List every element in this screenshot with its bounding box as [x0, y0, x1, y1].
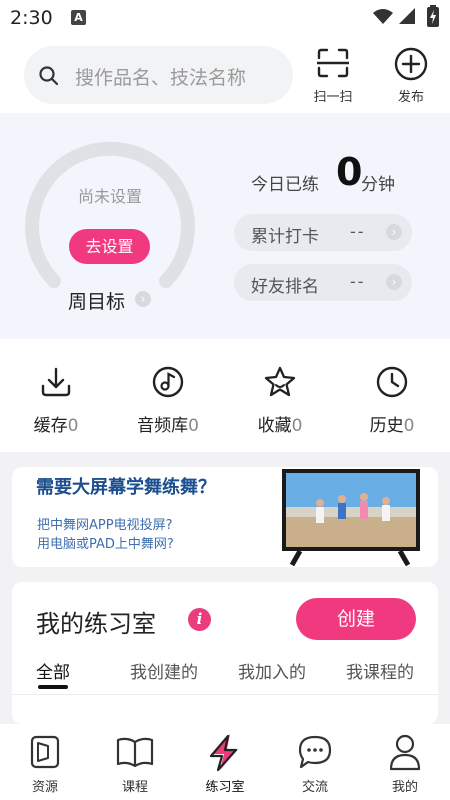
signal-icon	[399, 8, 415, 24]
nav-community-label: 交流	[301, 780, 328, 795]
status-bar: 2:30 A	[0, 0, 450, 36]
nav-profile[interactable]: 我的	[360, 724, 450, 800]
search-icon	[39, 66, 59, 86]
practice-room-card: 我的练习室 i 创建 全部 我创建的 我加入的 我课程的	[12, 582, 438, 724]
banner-title: 需要大屏幕学舞练舞？	[36, 477, 216, 498]
lightning-icon	[209, 734, 238, 772]
battery-charging-icon	[427, 5, 439, 27]
publish-label: 发布	[397, 90, 424, 105]
search-bar[interactable]: 搜作品名、技法名称	[24, 46, 293, 104]
audio-library-label: 音频库0	[137, 416, 199, 436]
bottom-nav: 资源 课程 练习室 交流 我的	[0, 724, 450, 800]
chevron-right-icon: ›	[386, 224, 402, 240]
week-goal-label: 周目标	[68, 291, 126, 313]
music-disc-icon	[152, 366, 184, 398]
today-practice-unit: 分钟	[361, 175, 395, 195]
tab-created[interactable]: 我创建的	[130, 658, 198, 683]
favorites-label: 收藏0	[257, 416, 303, 436]
history-label: 历史0	[369, 416, 415, 436]
clock-icon	[376, 366, 408, 398]
notification-a-icon: A	[71, 10, 86, 25]
nav-profile-label: 我的	[391, 780, 418, 795]
checkin-total-row[interactable]: 累计打卡 -- ›	[234, 214, 412, 251]
nav-resources[interactable]: 资源	[0, 724, 90, 800]
search-placeholder: 搜作品名、技法名称	[75, 67, 247, 89]
cache-label: 缓存0	[33, 416, 79, 436]
tab-all[interactable]: 全部	[36, 658, 70, 683]
nav-community[interactable]: 交流	[270, 724, 360, 800]
chat-icon	[298, 735, 332, 769]
chevron-right-icon: ›	[135, 291, 151, 307]
friend-rank-row[interactable]: 好友排名 -- ›	[234, 264, 412, 301]
publish-button[interactable]: 发布	[381, 44, 441, 108]
download-icon	[41, 367, 71, 397]
tv-illustration	[282, 469, 420, 567]
create-button[interactable]: 创建	[296, 598, 416, 640]
divider	[12, 694, 438, 695]
resource-icon	[30, 735, 60, 769]
scan-label: 扫一扫	[313, 90, 353, 105]
wifi-icon	[373, 9, 393, 24]
promo-banner[interactable]: 需要大屏幕学舞练舞？ 把中舞网APP电视投屏? 用电脑或PAD上中舞网?	[12, 467, 438, 567]
nav-practice-room-label: 练习室	[205, 780, 245, 795]
checkin-value: --	[350, 222, 366, 241]
tab-courses[interactable]: 我课程的	[346, 658, 414, 683]
book-icon	[116, 737, 154, 768]
banner-pagination	[188, 555, 268, 567]
add-circle-icon	[394, 47, 428, 81]
goal-progress-ring	[25, 141, 195, 288]
active-tab-indicator	[38, 685, 68, 689]
nav-resources-label: 资源	[31, 780, 58, 795]
nav-courses[interactable]: 课程	[90, 724, 180, 800]
today-practice-label: 今日已练	[251, 175, 319, 195]
tab-joined[interactable]: 我加入的	[238, 658, 306, 683]
set-goal-button[interactable]: 去设置	[69, 229, 150, 264]
rank-value: --	[350, 272, 366, 291]
status-time: 2:30	[10, 7, 53, 29]
person-icon	[389, 734, 421, 771]
checkin-label: 累计打卡	[251, 227, 319, 247]
banner-line-1: 把中舞网APP电视投屏?	[37, 518, 173, 533]
scan-button[interactable]: 扫一扫	[303, 44, 363, 108]
banner-line-2: 用电脑或PAD上中舞网?	[37, 537, 174, 552]
today-practice-value: 0	[336, 150, 363, 194]
rank-label: 好友排名	[251, 277, 319, 297]
nav-practice-room[interactable]: 练习室	[180, 724, 270, 800]
nav-courses-label: 课程	[121, 780, 148, 795]
scan-icon	[317, 48, 349, 78]
chevron-right-icon: ›	[386, 274, 402, 290]
practice-room-title: 我的练习室	[36, 610, 156, 638]
goal-status-text: 尚未设置	[78, 187, 143, 206]
info-icon[interactable]: i	[188, 608, 211, 631]
week-goal-link[interactable]: 周目标 ›	[68, 286, 158, 314]
star-icon	[264, 366, 296, 397]
